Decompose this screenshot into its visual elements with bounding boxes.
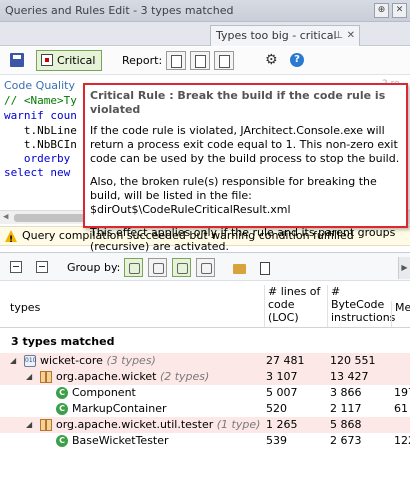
warning-icon <box>5 230 17 249</box>
window-title: Queries and Rules Edit <box>5 4 130 17</box>
row-name: wicket-core (3 types) <box>40 353 156 369</box>
results-pane: Group by: ▶ types # lines of code (LOC) … <box>0 252 410 484</box>
expand-toggle-icon[interactable]: ◢ <box>10 353 16 369</box>
column-header-bytecode[interactable]: # ByteCode instructions <box>327 285 395 327</box>
table-row[interactable]: ◢ 010 wicket-core (3 types) 27 481 120 551 <box>0 353 410 369</box>
loc-value: 27 481 <box>266 354 305 367</box>
assembly-icon: 010 <box>24 355 36 367</box>
bytecode-value: 120 551 <box>330 354 376 367</box>
report-list-icon[interactable] <box>214 51 234 70</box>
class-icon: C <box>56 403 68 415</box>
collapse-all-icon[interactable] <box>10 261 22 273</box>
critical-toggle-button[interactable]: Critical <box>36 50 102 71</box>
namespace-icon <box>40 419 52 431</box>
document-icon[interactable] <box>260 262 270 275</box>
type-name: org.apache.wicket.util.tester <box>56 418 214 431</box>
matched-count: 3 types matched <box>11 335 115 348</box>
group-by-namespace-icon[interactable] <box>148 258 167 277</box>
table-row[interactable]: C MarkupContainer 520 2 117 61 <box>0 401 410 417</box>
column-header-loc[interactable]: # lines of code (LOC) <box>264 285 327 327</box>
tooltip-title: Critical Rule : Break the build if the c… <box>90 89 386 116</box>
type-count: (2 types) <box>156 370 210 383</box>
tab-label: Types too big - critical <box>216 29 337 42</box>
report-label: Report: <box>122 54 163 67</box>
row-name: org.apache.wicket (2 types) <box>56 369 209 385</box>
loc-value: 3 107 <box>266 370 298 383</box>
pin-window-button[interactable]: ⊕ <box>374 3 389 18</box>
code-line: t.NbLine <box>4 124 77 137</box>
loc-value: 5 007 <box>266 386 298 399</box>
table-row[interactable]: C BaseWicketTester 539 2 673 122 <box>0 433 410 449</box>
code-line: select new <box>4 166 77 179</box>
editor-toolbar: Critical Report: ⚙ ? <box>0 47 410 75</box>
results-toolbar: Group by: ▶ <box>0 253 410 281</box>
toolbar-overflow-icon[interactable]: ▶ <box>398 257 410 279</box>
namespace-icon <box>40 371 52 383</box>
type-name: org.apache.wicket <box>56 370 157 383</box>
bytecode-value: 13 427 <box>330 370 369 383</box>
group-by-member-icon[interactable] <box>196 258 215 277</box>
table-row[interactable]: C Component 5 007 3 866 197 <box>0 385 410 401</box>
type-count: (3 types) <box>102 354 156 367</box>
column-header-types[interactable]: types <box>0 301 264 327</box>
loc-value: 1 265 <box>266 418 298 431</box>
group-by-type-icon[interactable] <box>172 258 191 277</box>
expand-all-icon[interactable] <box>36 261 48 273</box>
loc-value: 539 <box>266 434 287 447</box>
pin-icon[interactable]: ⊥ <box>334 26 343 45</box>
type-name: Component <box>72 386 136 399</box>
save-icon[interactable] <box>10 53 24 67</box>
row-name: Component <box>72 385 136 401</box>
class-icon: C <box>56 435 68 447</box>
type-name: MarkupContainer <box>72 402 167 415</box>
tooltip-paragraph: This effect applies only if the rule and… <box>90 226 396 253</box>
report-rule-icon[interactable] <box>166 51 186 70</box>
window-titlebar: Queries and Rules Edit - 3 types matched… <box>0 0 410 22</box>
tab-types-too-big[interactable]: Types too big - critical ⊥ ✕ <box>210 25 360 46</box>
scroll-left-icon[interactable]: ◀ <box>3 212 8 222</box>
tab-strip: Types too big - critical ⊥ ✕ ☐▾ <box>0 22 410 62</box>
more-value: 122 <box>394 434 410 447</box>
tooltip-paragraph: Also, the broken rule(s) responsible for… <box>90 175 377 216</box>
expand-toggle-icon[interactable]: ◢ <box>26 417 32 433</box>
column-header-more[interactable]: Me <box>391 301 410 327</box>
row-name: BaseWicketTester <box>72 433 169 449</box>
gear-icon[interactable]: ⚙ <box>265 52 278 68</box>
code-line: t.NbBCIn <box>4 138 77 151</box>
row-name: MarkupContainer <box>72 401 167 417</box>
code-line: orderby <box>4 152 77 165</box>
code-quality-label: Code Quality <box>4 79 75 92</box>
table-row[interactable]: ◢ org.apache.wicket (2 types) 3 107 13 427 <box>0 369 410 385</box>
bytecode-value: 5 868 <box>330 418 362 431</box>
help-icon[interactable]: ? <box>290 53 304 67</box>
expand-toggle-icon[interactable]: ◢ <box>26 369 32 385</box>
close-window-button[interactable]: ✕ <box>392 3 407 18</box>
bytecode-value: 2 117 <box>330 402 362 415</box>
bytecode-value: 2 673 <box>330 434 362 447</box>
group-by-assembly-icon[interactable] <box>124 258 143 277</box>
close-tab-icon[interactable]: ✕ <box>347 26 355 45</box>
code-line: // <Name>Ty <box>4 94 77 107</box>
table-row[interactable]: ◢ org.apache.wicket.util.tester (1 type) 1… <box>0 417 410 433</box>
critical-label: Critical <box>57 54 96 67</box>
window-subtitle: - 3 types matched <box>133 4 234 17</box>
results-table-header: types # lines of code (LOC) # ByteCode i… <box>0 282 410 328</box>
tooltip-paragraph: If the code rule is violated, JArchitect… <box>90 124 400 165</box>
critical-rule-icon <box>41 54 53 66</box>
row-name: org.apache.wicket.util.tester (1 type) <box>56 417 260 433</box>
type-name: wicket-core <box>40 354 103 367</box>
report-warning-icon[interactable] <box>190 51 210 70</box>
more-value: 61 <box>394 402 408 415</box>
critical-rule-tooltip: Critical Rule : Break the build if the c… <box>83 83 408 253</box>
more-value: 197 <box>394 386 410 399</box>
class-icon: C <box>56 387 68 399</box>
type-count: (1 type) <box>213 418 261 431</box>
code-line: warnif coun <box>4 109 77 122</box>
loc-value: 520 <box>266 402 287 415</box>
folder-icon[interactable] <box>233 264 246 274</box>
group-by-label: Group by: <box>67 261 121 274</box>
type-name: BaseWicketTester <box>72 434 169 447</box>
bytecode-value: 3 866 <box>330 386 362 399</box>
